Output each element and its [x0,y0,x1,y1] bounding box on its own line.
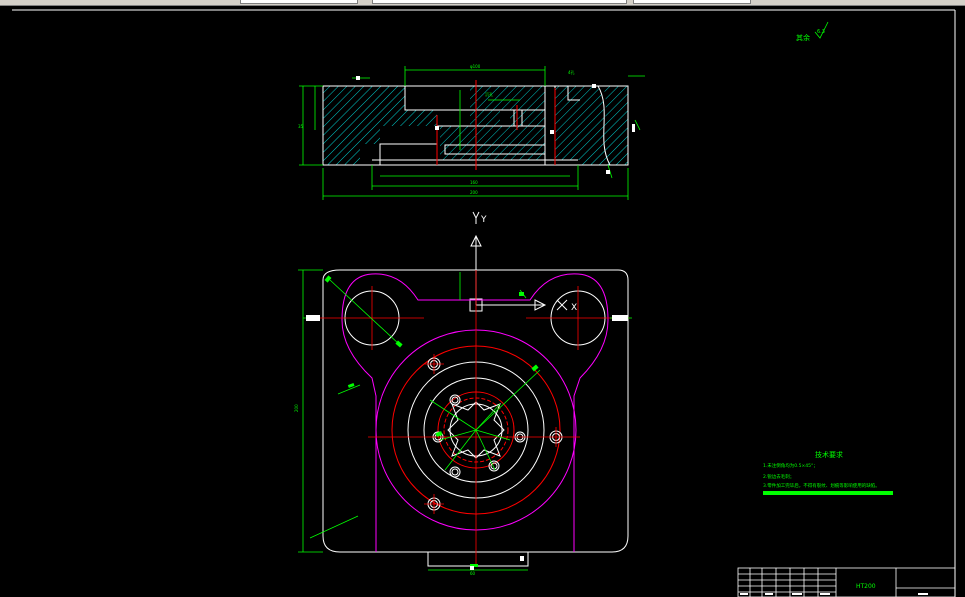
roughness-note-text: 其余 [796,33,810,42]
svg-text:60: 60 [470,571,476,576]
ucs-icon [469,211,568,312]
svg-text:200: 200 [294,404,299,412]
drawing-canvas[interactable]: φ100 200 160 35 沉孔 4孔 Y X 200 60 其余 6.3 … [0,6,965,597]
plan-radial-lines [429,369,541,471]
title-block-cell-marks [740,593,928,595]
axis-y-label: Y [480,215,487,225]
title-block-material: HT200 [856,583,876,590]
svg-text:沉孔: 沉孔 [485,91,493,97]
plan-bolt-holes [427,357,563,511]
linetype-dropdown[interactable] [372,0,627,4]
svg-text:35: 35 [298,124,304,129]
plan-dim-marks [324,275,539,567]
technical-requirements: 技术要求 1.未注倒角均为0.5×45°； 2.锐边去毛刺； 3.零件加工完毕后… [763,450,893,495]
plan-outline [322,269,629,567]
plan-view[interactable]: 200 60 [294,269,632,576]
layer-dropdown[interactable] [240,0,358,4]
axis-x-label: X [571,303,577,313]
title-block [737,567,956,597]
section-view[interactable]: φ100 200 160 35 沉孔 4孔 [298,64,645,200]
svg-text:200: 200 [470,190,478,195]
tech-req-title: 技术要求 [815,450,843,459]
tech-req-highlight [763,491,893,495]
tech-req-item-2: 2.锐边去毛刺； [763,473,794,480]
plan-boundary [341,273,609,552]
svg-text:φ100: φ100 [470,64,481,69]
svg-text:160: 160 [470,180,478,185]
lineweight-dropdown[interactable] [633,0,751,4]
plan-dimensions [298,269,632,571]
roughness-note: 其余 6.3 [796,21,829,42]
plan-white-marks [306,315,628,570]
tech-req-item-3: 3.零件加工完毕后，不得有裂纹、划痕等影响使用的缺陷。 [763,482,880,489]
cad-application-window: φ100 200 160 35 沉孔 4孔 Y X 200 60 其余 6.3 … [0,0,965,597]
tech-req-item-1: 1.未注倒角均为0.5×45°； [763,462,818,469]
svg-text:4孔: 4孔 [568,69,575,75]
